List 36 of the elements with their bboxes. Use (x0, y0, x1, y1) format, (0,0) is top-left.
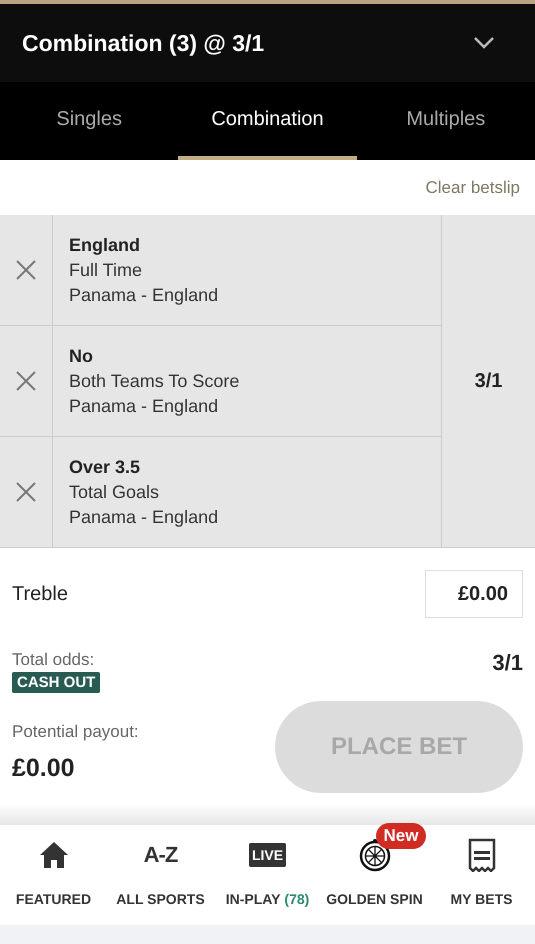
betslip-title: Combination (3) @ 3/1 (22, 30, 264, 56)
nav-label[interactable]: FEATURED (16, 891, 92, 907)
bet-type-label: Treble (12, 582, 68, 606)
event-name: Panama - England (69, 396, 220, 416)
total-odds-label: Total odds: (12, 650, 94, 670)
payout-label: Potential payout: (12, 722, 139, 742)
bet-type-tab[interactable]: Singles (0, 82, 178, 160)
new-badge: New (376, 823, 426, 849)
stake-input[interactable]: £0.00 (425, 570, 523, 618)
selection-name: England (69, 234, 141, 256)
clear-betslip-link[interactable]: Clear betslip (426, 178, 520, 198)
nav-label[interactable]: GOLDEN SPIN (326, 891, 423, 907)
a-z-icon[interactable]: A-Z (144, 842, 178, 868)
cash-out-badge: CASH OUT (12, 672, 100, 693)
close-icon[interactable] (15, 370, 37, 392)
combined-odds: 3/1 (474, 370, 502, 392)
total-odds-value: 3/1 (492, 650, 523, 677)
receipt-icon[interactable] (468, 838, 496, 872)
event-name: Panama - England (69, 506, 218, 528)
close-icon[interactable] (15, 259, 37, 281)
live-icon[interactable]: LIVE (248, 843, 286, 867)
home-icon[interactable] (38, 841, 68, 869)
chevron-down-icon[interactable] (473, 36, 495, 50)
bet-type-tab[interactable]: Combination (178, 82, 357, 160)
selection-name: No (69, 346, 94, 366)
selection-name: Over 3.5 (69, 456, 142, 478)
nav-label[interactable]: ALL SPORTS (116, 891, 205, 907)
close-icon[interactable] (15, 481, 37, 503)
market-name: Full Time (69, 260, 144, 280)
bet-type-tab[interactable]: Multiples (356, 82, 535, 160)
event-name: Panama - England (69, 284, 218, 306)
payout-value: £0.00 (12, 754, 76, 782)
market-name: Both Teams To Score (69, 370, 240, 392)
market-name: Total Goals (69, 482, 160, 502)
nav-label[interactable]: MY BETS (450, 891, 512, 907)
nav-label[interactable]: IN-PLAY (78) (226, 891, 310, 907)
